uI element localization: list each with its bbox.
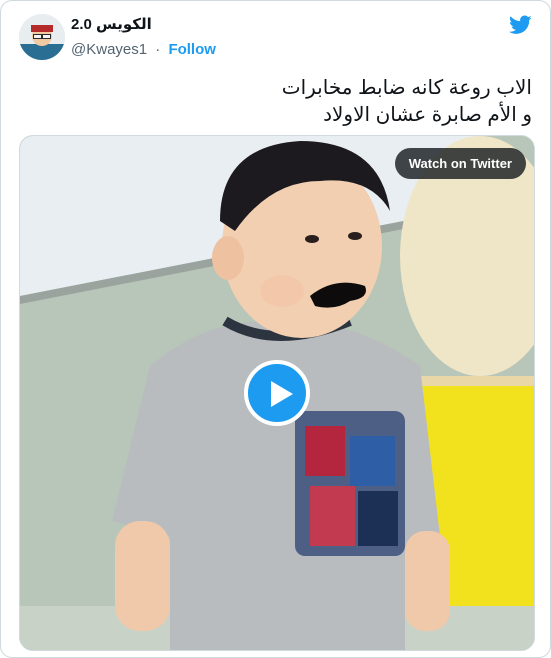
author-handle-row: @Kwayes1 · Follow: [71, 41, 216, 58]
avatar-image: [19, 14, 65, 60]
author-handle[interactable]: @Kwayes1: [71, 41, 147, 58]
watch-on-twitter-button[interactable]: Watch on Twitter: [394, 148, 526, 179]
tweet-card: الكويس 2.0 @Kwayes1 · Follow الاب روعة ك…: [0, 0, 551, 658]
tweet-text-line-2: و الأم صابرة عشان الاولاد: [323, 104, 532, 126]
follow-button[interactable]: Follow: [168, 41, 216, 58]
play-icon[interactable]: [244, 360, 310, 426]
video-thumbnail[interactable]: Watch on Twitter: [19, 135, 535, 651]
author-name[interactable]: الكويس 2.0: [71, 15, 152, 33]
author-avatar[interactable]: [19, 14, 65, 60]
tweet-text-line-1: الاب روعة كانه ضابط مخابرات: [281, 77, 532, 99]
tweet-text: الاب روعة كانه ضابط مخابرات و الأم صابرة…: [32, 75, 532, 129]
twitter-bird-icon[interactable]: [509, 15, 532, 35]
separator-dot: ·: [155, 41, 161, 58]
